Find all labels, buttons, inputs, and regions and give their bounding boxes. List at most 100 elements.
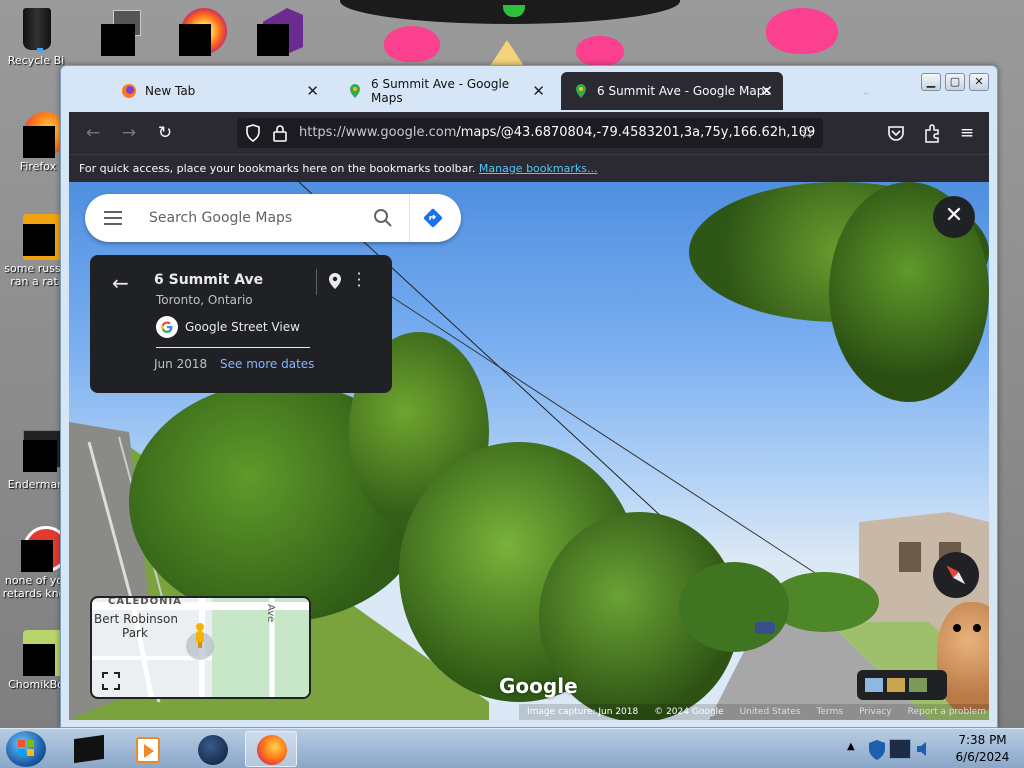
- google-logo: Google: [499, 674, 578, 698]
- show-hidden-icons-icon[interactable]: ▲: [847, 741, 855, 752]
- desktop-icon-file[interactable]: none of yo retards kno: [2, 526, 69, 600]
- minimap[interactable]: CALEDONIA Bert Robinson Park Ave: [90, 596, 311, 699]
- tab-google-maps-active[interactable]: 6 Summit Ave - Google Maps ✕: [561, 72, 783, 110]
- search-icon[interactable]: [373, 208, 393, 228]
- bookmark-star-icon[interactable]: ☆: [795, 121, 819, 145]
- photo-thumbnail-strip[interactable]: [857, 670, 947, 700]
- desktop-icon-visual-studio[interactable]: [244, 8, 308, 60]
- desktop-icon-chomik[interactable]: ChomikBo: [4, 630, 71, 691]
- hamburger-menu-icon[interactable]: [103, 210, 123, 226]
- tab-strip: New Tab ✕ 6 Summit Ave - Google Maps ✕ 6…: [69, 72, 989, 110]
- location-pin-icon[interactable]: [328, 272, 342, 290]
- network-icon[interactable]: [889, 739, 911, 759]
- stacked-windows-icon: [95, 10, 141, 56]
- close-tab-icon[interactable]: ✕: [306, 82, 319, 100]
- photo-thumbnail[interactable]: [909, 678, 927, 692]
- map-label: CALEDONIA: [108, 596, 182, 607]
- shield-icon[interactable]: [245, 124, 261, 142]
- security-shield-icon[interactable]: [867, 739, 887, 761]
- place-info-card: ← 6 Summit Ave Toronto, Ontario · · · Goog…: [90, 255, 392, 393]
- bookmarks-toolbar: For quick access, place your bookmarks h…: [69, 154, 989, 182]
- privacy-link[interactable]: Privacy: [859, 707, 892, 717]
- country-link[interactable]: United States: [740, 707, 801, 717]
- bookmarks-message: For quick access, place your bookmarks h…: [79, 162, 476, 175]
- close-tab-icon[interactable]: ✕: [532, 82, 545, 100]
- image-capture-text: Image capture: Jun 2018: [527, 707, 639, 717]
- manage-bookmarks-link[interactable]: Manage bookmarks...: [479, 162, 598, 175]
- copyright-text: © 2024 Google: [654, 707, 724, 717]
- close-window-button[interactable]: ✕: [969, 73, 989, 91]
- tab-list-icon[interactable]: ⌄: [861, 84, 871, 98]
- see-more-dates-link[interactable]: See more dates: [220, 357, 314, 371]
- directions-icon[interactable]: [423, 208, 443, 228]
- enderman-icon: [13, 430, 71, 476]
- volume-icon[interactable]: [915, 739, 931, 759]
- place-subtitle: Toronto, Ontario: [156, 293, 253, 307]
- hamster-icon: [13, 630, 71, 676]
- clock[interactable]: 7:38 PM 6/6/2024: [941, 729, 1024, 768]
- google-maps-icon: [576, 84, 586, 98]
- url-bar[interactable]: https://www.google.com/maps/@43.6870804,…: [237, 118, 823, 148]
- street-view-source: Google Street View: [185, 320, 300, 334]
- extensions-icon[interactable]: [923, 123, 941, 143]
- pegman-icon[interactable]: [192, 622, 208, 648]
- taskbar-media-player-button[interactable]: [122, 731, 174, 767]
- taskbar: ▲ 7:38 PM 6/6/2024: [0, 728, 1024, 768]
- search-divider: [409, 194, 410, 242]
- tab-new-tab[interactable]: New Tab ✕: [109, 72, 329, 110]
- desktop-icon-recycle-bin[interactable]: Recycle Bi: [4, 6, 68, 67]
- desktop-icon-label: none of yo retards kno: [2, 574, 66, 600]
- desktop-icon-label: Recycle Bi: [7, 54, 65, 67]
- close-tab-icon[interactable]: ✕: [760, 82, 773, 100]
- taskbar-browser-button[interactable]: [186, 731, 238, 767]
- terms-link[interactable]: Terms: [817, 707, 844, 717]
- back-arrow-icon[interactable]: ←: [112, 271, 129, 295]
- media-player-icon: [136, 737, 160, 763]
- wallpaper-heart: [384, 26, 440, 62]
- compass-control[interactable]: [933, 552, 979, 598]
- map-label: Park: [122, 626, 148, 640]
- map-label: Bert Robinson: [94, 612, 178, 626]
- lock-icon[interactable]: [273, 124, 287, 142]
- wallpaper-heart: [766, 8, 838, 54]
- firefox-icon: [15, 112, 67, 158]
- desktop-icon-app[interactable]: [86, 10, 150, 60]
- firefox-icon: [122, 84, 136, 98]
- start-button[interactable]: [6, 731, 46, 767]
- street-view-panorama[interactable]: Search Google Maps ← 6 Summit Ave Toront…: [69, 182, 989, 720]
- minimize-button[interactable]: ▁: [921, 73, 941, 91]
- desktop-icon-file[interactable]: some russi ran a rat: [2, 214, 69, 288]
- cube-app-icon: [74, 734, 104, 764]
- reload-icon[interactable]: ↻: [153, 121, 177, 145]
- photo-thumbnail[interactable]: [887, 678, 905, 692]
- browser-window: New Tab ✕ 6 Summit Ave - Google Maps ✕ 6…: [60, 65, 998, 728]
- card-rule: [156, 347, 310, 348]
- maximize-button[interactable]: ▢: [945, 73, 965, 91]
- clock-date: 6/6/2024: [955, 750, 1010, 764]
- pocket-icon[interactable]: [887, 124, 905, 142]
- browser-app-icon: [175, 8, 227, 56]
- attribution-bar: Image capture: Jun 2018 © 2024 Google Un…: [519, 704, 989, 720]
- forward-icon[interactable]: →: [117, 121, 141, 145]
- report-problem-link[interactable]: Report a problem: [908, 707, 986, 717]
- expand-map-icon[interactable]: [102, 672, 120, 690]
- maps-search-box[interactable]: Search Google Maps: [85, 194, 461, 242]
- taskbar-firefox-button[interactable]: [245, 731, 297, 767]
- tab-title: 6 Summit Ave - Google Maps: [597, 84, 771, 98]
- menu-icon[interactable]: ≡: [955, 121, 979, 145]
- windows-logo-icon: [18, 740, 34, 756]
- back-icon[interactable]: ←: [81, 121, 105, 145]
- taskbar-app-button[interactable]: [62, 731, 114, 767]
- car: [755, 622, 775, 634]
- tree-foliage: [679, 562, 789, 652]
- more-options-icon[interactable]: · · ·: [356, 266, 362, 294]
- desktop-icon-app[interactable]: [166, 8, 230, 60]
- desktop-icon-label: ChomikBo: [8, 678, 64, 691]
- desktop-icon-enderman[interactable]: Enderman: [4, 430, 71, 491]
- globe-icon: [198, 735, 228, 765]
- compass-icon: [946, 565, 966, 585]
- photo-thumbnail[interactable]: [865, 678, 883, 692]
- close-street-view-button[interactable]: ✕: [933, 196, 975, 238]
- google-maps-icon: [350, 84, 360, 98]
- tab-google-maps[interactable]: 6 Summit Ave - Google Maps ✕: [335, 72, 555, 110]
